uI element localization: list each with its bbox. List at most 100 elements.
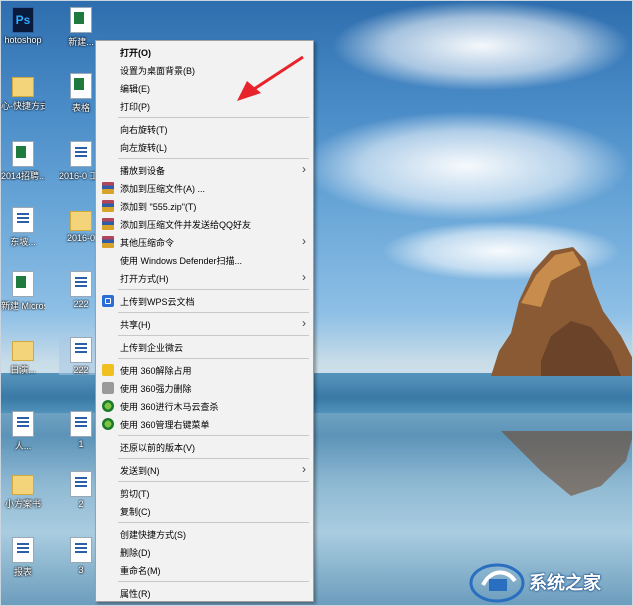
menu-item-label: 还原以前的版本(V): [120, 443, 195, 453]
watermark-text: 系统之家: [529, 573, 601, 593]
document-icon: [12, 207, 34, 233]
context-menu: 打开(O) 设置为桌面背景(B) 编辑(E) 打印(P) 向右旋转(T) 向左旋转(L) 播…: [95, 40, 314, 602]
menu-separator: [118, 522, 309, 523]
menu-item[interactable]: 发送到(N) ›: [96, 461, 313, 479]
chevron-right-icon: ›: [302, 270, 306, 284]
desktop-icon[interactable]: Ps hotoshop: [1, 7, 45, 45]
menu-item[interactable]: 复制(C): [96, 502, 313, 520]
menu-item-label: 添加到压缩文件并发送给QQ好友: [120, 220, 252, 230]
menu-item[interactable]: 使用 Windows Defender扫描...: [96, 251, 313, 269]
menu-separator: [118, 581, 309, 582]
menu-separator: [118, 335, 309, 336]
menu-item[interactable]: 使用 360进行木马云查杀: [96, 397, 313, 415]
menu-item-label: 属性(R): [120, 589, 151, 599]
document-icon: [12, 411, 34, 437]
wallpaper-cloud: [301, 111, 631, 221]
menu-item-label: 重命名(M): [120, 566, 161, 576]
desktop-icon[interactable]: 2014招聘...: [1, 141, 45, 182]
desktop-icon[interactable]: 东坡...: [1, 207, 45, 248]
menu-separator: [118, 117, 309, 118]
desktop-icon[interactable]: 心-快捷方式: [1, 73, 45, 112]
menu-item-label: 使用 360强力删除: [120, 384, 192, 394]
menu-item[interactable]: 播放到设备 ›: [96, 161, 313, 179]
chevron-right-icon: ›: [302, 234, 306, 248]
menu-item[interactable]: 重命名(M): [96, 561, 313, 579]
menu-item-label: 剪切(T): [120, 489, 150, 499]
menu-item[interactable]: 使用 360管理右键菜单: [96, 415, 313, 433]
document-icon: [70, 537, 92, 563]
menu-item-label: 上传到WPS云文档: [120, 297, 195, 307]
s360-icon: [102, 364, 114, 376]
menu-item[interactable]: 打开方式(H) ›: [96, 269, 313, 287]
menu-item[interactable]: 使用 360强力删除: [96, 379, 313, 397]
menu-item-label: 设置为桌面背景(B): [120, 66, 195, 76]
red-arrow-annotation: [237, 55, 304, 101]
menu-item-label: 创建快捷方式(S): [120, 530, 186, 540]
desktop-icon-label: 人...: [14, 441, 32, 451]
menu-item[interactable]: 上传到企业微云: [96, 338, 313, 356]
menu-item-label: 打印(P): [120, 102, 150, 112]
desktop-icon-label: 心-快捷方式: [1, 101, 45, 111]
folder-icon: [12, 77, 34, 97]
menu-item-label: 其他压缩命令: [120, 238, 175, 248]
document-icon: [12, 537, 34, 563]
menu-item-label: 发送到(N): [120, 466, 160, 476]
menu-item[interactable]: 添加到压缩文件(A) ...: [96, 179, 313, 197]
menu-item-label: 添加到压缩文件(A) ...: [120, 184, 205, 194]
desktop-icon-label: 新建 Microsoft...: [1, 301, 45, 311]
menu-separator: [118, 458, 309, 459]
spreadsheet-icon: [12, 271, 34, 297]
menu-item-label: 打开方式(H): [120, 274, 169, 284]
menu-item[interactable]: 属性(R): [96, 584, 313, 602]
wallpaper-rock-reflection: [501, 431, 632, 496]
menu-item-label: 上传到企业微云: [120, 343, 184, 353]
menu-item-label: 添加到 "555.zip"(T): [120, 202, 197, 212]
menu-item[interactable]: 还原以前的版本(V): [96, 438, 313, 456]
menu-item[interactable]: 添加到 "555.zip"(T): [96, 197, 313, 215]
wallpaper-rock: [491, 247, 632, 376]
rar-icon: [102, 182, 114, 194]
menu-item-label: 使用 Windows Defender扫描...: [120, 256, 243, 266]
menu-item-label: 使用 360解除占用: [120, 366, 192, 376]
menu-item[interactable]: 上传到WPS云文档: [96, 292, 313, 310]
spreadsheet-icon: [12, 141, 34, 167]
menu-item[interactable]: 创建快捷方式(S): [96, 525, 313, 543]
menu-item[interactable]: 添加到压缩文件并发送给QQ好友: [96, 215, 313, 233]
desktop-icon[interactable]: 小方案书: [1, 471, 45, 510]
spreadsheet-icon: [70, 7, 92, 33]
menu-separator: [118, 358, 309, 359]
menu-item[interactable]: 删除(D): [96, 543, 313, 561]
menu-separator: [118, 435, 309, 436]
document-icon: [70, 141, 92, 167]
desktop-icon-label: 东坡...: [10, 237, 36, 247]
menu-item[interactable]: 剪切(T): [96, 484, 313, 502]
desktop-icon[interactable]: 人...: [1, 411, 45, 452]
document-icon: [70, 271, 92, 297]
menu-item[interactable]: 共享(H) ›: [96, 315, 313, 333]
desktop-icon-label: 日演...: [10, 365, 36, 375]
s360c-icon: [102, 400, 114, 412]
menu-item[interactable]: 向左旋转(L): [96, 138, 313, 156]
folder-icon: [12, 341, 34, 361]
desktop-icon-label: 2014招聘...: [1, 171, 45, 181]
desktop-icon[interactable]: 日演...: [1, 337, 45, 376]
screenshot-frame: Pshotoshop新建...心-快捷方式表格2014招聘...2016-0 工…: [0, 0, 633, 606]
folder-icon: [12, 475, 34, 495]
watermark-logo-icon: [469, 563, 525, 603]
desktop-icon-label: hotoshop: [4, 35, 42, 45]
folder-icon: [70, 211, 92, 231]
menu-separator: [118, 481, 309, 482]
menu-separator: [118, 312, 309, 313]
desktop-icon[interactable]: 新建 Microsoft...: [1, 271, 45, 312]
spreadsheet-icon: [70, 73, 92, 99]
menu-item[interactable]: 其他压缩命令 ›: [96, 233, 313, 251]
rar-icon: [102, 218, 114, 230]
chevron-right-icon: ›: [302, 316, 306, 330]
menu-item-label: 使用 360进行木马云查杀: [120, 402, 219, 412]
menu-item-label: 复制(C): [120, 507, 151, 517]
menu-item[interactable]: 使用 360解除占用: [96, 361, 313, 379]
menu-separator: [118, 289, 309, 290]
chevron-right-icon: ›: [302, 462, 306, 476]
menu-item[interactable]: 向右旋转(T): [96, 120, 313, 138]
desktop-icon[interactable]: 报表: [1, 537, 45, 578]
